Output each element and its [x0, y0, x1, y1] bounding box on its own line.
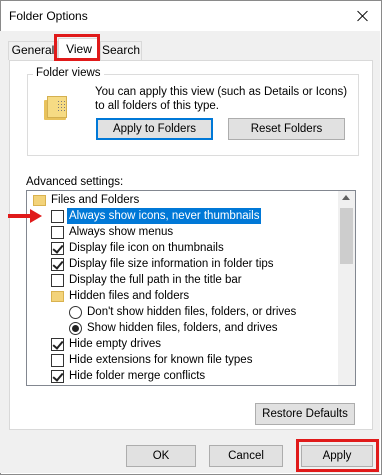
- folder-icon: [44, 96, 70, 120]
- checkbox[interactable]: [51, 338, 64, 351]
- checkbox[interactable]: [51, 226, 64, 239]
- list-item-label[interactable]: Display the full path in the title bar: [69, 272, 242, 288]
- list-item-label: Files and Folders: [51, 194, 140, 206]
- list-item[interactable]: Hide empty drives: [27, 336, 339, 352]
- list-item-label[interactable]: Hide extensions for known file types: [69, 352, 252, 368]
- checkbox[interactable]: [51, 274, 64, 287]
- list-item[interactable]: Always show menus: [27, 224, 339, 240]
- list-item-label[interactable]: Hide empty drives: [69, 336, 161, 352]
- list-item-label[interactable]: Don't show hidden files, folders, or dri…: [87, 304, 296, 320]
- list-item[interactable]: Display file size information in folder …: [27, 256, 339, 272]
- checkbox[interactable]: [51, 258, 64, 271]
- list-item-label[interactable]: Display file icon on thumbnails: [69, 240, 224, 256]
- list-item: Hidden files and folders: [27, 288, 339, 304]
- checkbox[interactable]: [51, 370, 64, 383]
- annotation-arrow-icon: [8, 209, 44, 223]
- list-item-label: Hidden files and folders: [69, 290, 190, 302]
- list-item[interactable]: Show hidden files, folders, and drives: [27, 320, 339, 336]
- list-item[interactable]: Don't show hidden files, folders, or dri…: [27, 304, 339, 320]
- folder-icon: [51, 291, 64, 302]
- close-icon[interactable]: [350, 4, 376, 28]
- list-item[interactable]: Display file icon on thumbnails: [27, 240, 339, 256]
- checkbox[interactable]: [51, 242, 64, 255]
- list-item[interactable]: Display the full path in the title bar: [27, 272, 339, 288]
- title-bar: Folder Options: [1, 1, 381, 32]
- vertical-scrollbar[interactable]: [338, 191, 355, 385]
- scroll-thumb[interactable]: [340, 208, 353, 264]
- checkbox[interactable]: [51, 210, 64, 223]
- advanced-settings-label: Advanced settings:: [26, 176, 124, 188]
- list-item[interactable]: Hide folder merge conflicts: [27, 368, 339, 384]
- folder-views-description: You can apply this view (such as Details…: [95, 86, 348, 112]
- list-item-label[interactable]: Hide folder merge conflicts: [69, 368, 205, 384]
- tab-search[interactable]: Search: [100, 41, 142, 60]
- list-item-label[interactable]: Always show menus: [69, 224, 173, 240]
- restore-defaults-button[interactable]: Restore Defaults: [255, 403, 355, 425]
- advanced-settings-list[interactable]: Files and Folders Always show icons, nev…: [26, 190, 356, 386]
- checkbox[interactable]: [51, 354, 64, 367]
- radio-button[interactable]: [69, 306, 82, 319]
- ok-button[interactable]: OK: [126, 445, 196, 467]
- window-title: Folder Options: [9, 9, 88, 23]
- tab-general[interactable]: General: [8, 41, 58, 60]
- list-item-label[interactable]: Show hidden files, folders, and drives: [87, 320, 278, 336]
- list-item-label[interactable]: Display file size information in folder …: [69, 256, 274, 272]
- folder-icon: [33, 195, 46, 206]
- apply-to-folders-button[interactable]: Apply to Folders: [96, 118, 213, 140]
- list-item-label[interactable]: Always show icons, never thumbnails: [67, 208, 262, 224]
- reset-folders-button[interactable]: Reset Folders: [228, 118, 345, 140]
- list-item[interactable]: Always show icons, never thumbnails: [27, 208, 339, 224]
- annotation-box-apply: [296, 439, 379, 472]
- scroll-up-icon[interactable]: [342, 195, 350, 200]
- list-item: Files and Folders: [27, 192, 339, 208]
- radio-button[interactable]: [69, 322, 82, 335]
- list-item[interactable]: Hide extensions for known file types: [27, 352, 339, 368]
- folder-views-title: Folder views: [33, 67, 104, 79]
- cancel-button[interactable]: Cancel: [209, 445, 283, 467]
- annotation-box-view-tab: [54, 34, 100, 61]
